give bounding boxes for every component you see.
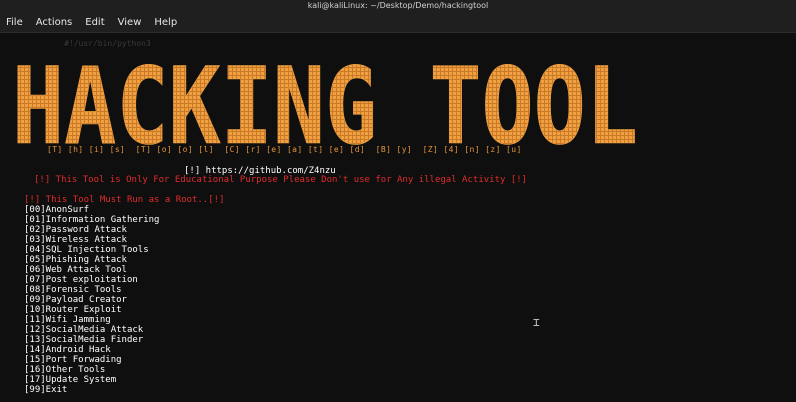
menu-option: [14]Android Hack <box>24 345 111 355</box>
menu-option: [01]Information Gathering <box>24 215 160 225</box>
author-line: [T] [h] [i] [s] [T] [o] [o] [l] [C] [r] … <box>47 145 522 154</box>
menu-option: [06]Web Attack Tool <box>24 265 127 275</box>
menu-option: [08]Forensic Tools <box>24 285 122 295</box>
window-title: kali@kaliLinux: ~/Desktop/Demo/hackingto… <box>0 0 796 12</box>
menu-option: [99]Exit <box>24 385 68 395</box>
banner-text: HACKING TOOL <box>12 51 638 156</box>
menu-view[interactable]: View <box>112 17 149 28</box>
menu-option: [07]Post exploitation <box>24 275 138 285</box>
menu-option: [04]SQL Injection Tools <box>24 245 149 255</box>
menu-option: [10]Router Exploit <box>24 305 122 315</box>
root-warning: [!] This Tool Must Run as a Root..[!] <box>24 195 225 205</box>
menu-option: [05]Phishing Attack <box>24 255 127 265</box>
menu-file[interactable]: File <box>0 17 30 28</box>
menubar: File Actions Edit View Help <box>0 12 796 33</box>
menu-option: [03]Wireless Attack <box>24 235 127 245</box>
menu-option: [11]Wifi Jamming <box>24 315 111 325</box>
menu-option: [02]Password Attack <box>24 225 127 235</box>
terminal-output[interactable]: #!/usr/bin/python3 HACKING TOOL [T] [h] … <box>0 33 796 402</box>
tool-menu: [00]AnonSurf [01]Information Gathering [… <box>24 205 159 395</box>
menu-option: [09]Payload Creator <box>24 295 127 305</box>
menu-edit[interactable]: Edit <box>79 17 111 28</box>
menu-option: [17]Update System <box>24 375 117 385</box>
faded-background-text <box>110 333 442 342</box>
educational-warning: [!] This Tool is Only For Educational Pu… <box>34 175 528 185</box>
menu-help[interactable]: Help <box>148 17 184 28</box>
banner-logo: HACKING TOOL <box>12 51 639 156</box>
menu-option: [12]SocialMedia Attack <box>24 325 144 335</box>
menu-option: [00]AnonSurf <box>24 205 90 215</box>
menu-option: [15]Port Forwading <box>24 355 122 365</box>
menu-option: [13]SocialMedia Finder <box>24 335 144 345</box>
menu-actions[interactable]: Actions <box>30 17 80 28</box>
faded-background-text: #!/usr/bin/python3 <box>40 39 151 48</box>
mouse-ibeam-icon: ⌶ <box>533 316 540 329</box>
menu-option: [16]Other Tools <box>24 365 106 375</box>
